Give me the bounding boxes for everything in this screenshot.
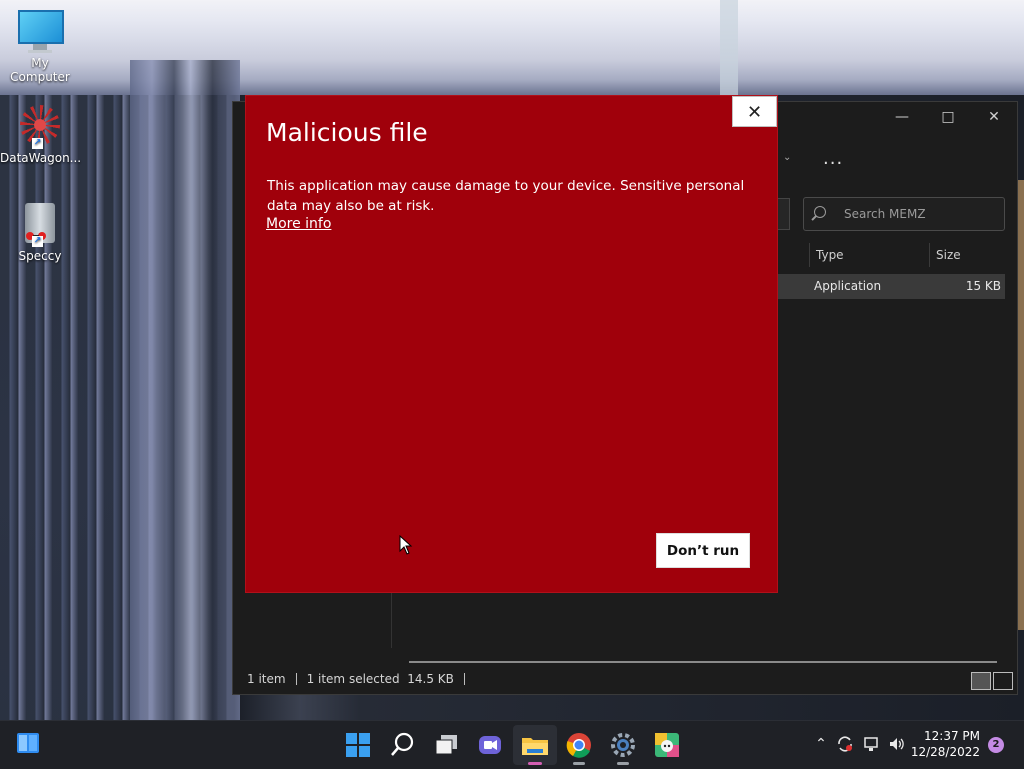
chrome-icon xyxy=(566,733,591,758)
sync-icon[interactable] xyxy=(836,735,854,753)
datawagon-icon: ↗ xyxy=(18,105,62,149)
file-type: Application xyxy=(814,279,882,293)
dialog-message: This application may cause damage to you… xyxy=(267,178,745,214)
search-button[interactable] xyxy=(387,729,419,761)
smartscreen-dialog: Malicious file ✕ This application may ca… xyxy=(245,95,778,593)
windows-logo-icon xyxy=(346,733,370,757)
column-header-type[interactable]: Type xyxy=(809,243,928,267)
folder-icon xyxy=(522,738,548,755)
minimize-button[interactable]: — xyxy=(879,102,925,132)
speccy-icon: ↗ xyxy=(18,203,62,247)
computer-icon xyxy=(18,10,64,54)
wallpaper-glitch-stripes xyxy=(130,60,240,720)
show-hidden-icons-chevron-icon[interactable]: ⌃ xyxy=(812,735,830,753)
speaker-glyph xyxy=(890,738,904,750)
shortcut-arrow-icon: ↗ xyxy=(32,236,43,247)
network-glyph xyxy=(864,737,878,751)
desktop-icon-speccy[interactable]: ↗ Speccy xyxy=(0,203,80,263)
status-selected-size: 14.5 KB xyxy=(407,672,454,686)
clock[interactable]: 12:37 PM 12/28/2022 xyxy=(911,728,980,760)
paint-icon xyxy=(655,733,679,757)
horizontal-scrollbar[interactable] xyxy=(409,661,997,663)
status-item-count: 1 item xyxy=(247,672,286,686)
running-indicator xyxy=(617,762,629,765)
desktop-icon-my-computer[interactable]: My Computer xyxy=(0,10,80,84)
task-view-button[interactable] xyxy=(431,729,463,761)
notification-badge[interactable]: 2 xyxy=(988,737,1004,753)
status-bar: 1 item 1 item selected 14.5 KB xyxy=(247,672,475,686)
desktop-icon-label: Speccy xyxy=(18,249,62,263)
maximize-button[interactable]: □ xyxy=(925,102,971,132)
start-button[interactable] xyxy=(342,729,374,761)
close-button[interactable]: ✕ xyxy=(971,102,1017,132)
clock-time: 12:37 PM xyxy=(924,729,980,743)
dialog-title: Malicious file xyxy=(266,118,428,147)
details-view-button[interactable] xyxy=(971,672,991,690)
more-info-link[interactable]: More info xyxy=(266,216,331,232)
shortcut-arrow-icon: ↗ xyxy=(32,138,43,149)
widgets-button[interactable] xyxy=(14,729,46,761)
mouse-cursor-icon xyxy=(399,535,413,555)
wallpaper-glitch-edge xyxy=(720,0,738,95)
more-options-button[interactable]: ... xyxy=(823,148,843,169)
desktop-icon-label: My Computer xyxy=(10,56,70,84)
search-icon xyxy=(814,206,826,218)
tiles-view-button[interactable] xyxy=(993,672,1013,690)
running-indicator xyxy=(528,762,542,765)
dialog-close-button[interactable]: ✕ xyxy=(732,96,777,127)
chrome-button[interactable] xyxy=(563,729,595,765)
teams-chat-button[interactable] xyxy=(474,729,506,761)
running-indicator xyxy=(573,762,585,765)
gear-icon xyxy=(611,733,635,757)
search-placeholder: Search MEMZ xyxy=(844,207,926,221)
file-explorer-taskbar-button[interactable] xyxy=(513,725,557,765)
desktop-icon-label: DataWagon... xyxy=(0,151,82,165)
file-row-selected[interactable]: Application 15 KB xyxy=(778,274,1005,299)
taskbar: ⌃ 12:37 PM 12/28/2022 2 xyxy=(0,720,1024,769)
widgets-icon xyxy=(17,733,39,753)
task-view-icon xyxy=(435,735,457,755)
file-size: 15 KB xyxy=(965,279,1001,293)
clock-date: 12/28/2022 xyxy=(910,745,980,759)
chat-icon xyxy=(479,736,501,754)
paint-app-button[interactable] xyxy=(651,729,683,761)
volume-icon[interactable] xyxy=(888,735,906,753)
settings-button[interactable] xyxy=(607,729,639,765)
dont-run-button[interactable]: Don’t run xyxy=(656,533,750,568)
desktop-icon-datawagon[interactable]: ↗ DataWagon... xyxy=(0,105,82,165)
chevron-down-icon[interactable]: ⌄ xyxy=(783,152,791,163)
search-input[interactable]: Search MEMZ xyxy=(803,197,1005,231)
status-selected: 1 item selected xyxy=(306,672,400,686)
sync-glyph xyxy=(838,736,852,752)
network-icon[interactable] xyxy=(862,735,880,753)
column-header-size[interactable]: Size xyxy=(929,243,1006,267)
search-icon xyxy=(391,732,414,756)
